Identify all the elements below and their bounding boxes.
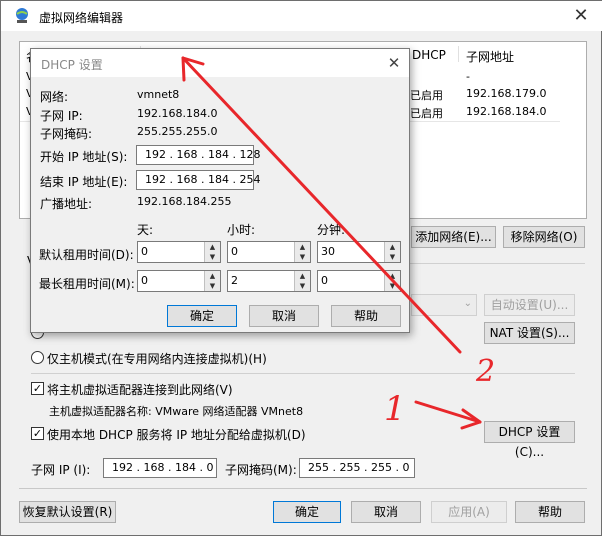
column-header-dhcp[interactable]: DHCP [412, 48, 446, 62]
chevron-down-icon[interactable]: ▼ [204, 252, 220, 262]
dialog-close-icon[interactable]: ✕ [383, 52, 405, 74]
default-lease-days-stepper[interactable]: 0 ▲ ▼ [137, 241, 221, 263]
subnet-mask-input[interactable]: 255 . 255 . 255 . 0 [299, 458, 415, 478]
connect-adapter-label[interactable]: 将主机虚拟适配器连接到此网络(V) [47, 381, 233, 398]
subnet-ip-input[interactable]: 192 . 168 . 184 . 0 [103, 458, 217, 478]
subnet-ip-value: 192.168.184.0 [137, 107, 218, 120]
row-subnet: 192.168.184.0 [466, 105, 547, 118]
chevron-up-icon[interactable]: ▲ [294, 242, 310, 252]
nat-settings-button[interactable]: NAT 设置(S)... [484, 322, 575, 344]
subnet-mask-label: 子网掩码: [40, 127, 93, 141]
host-only-mode-radio[interactable] [31, 351, 44, 364]
stepper-value: 2 [231, 274, 238, 287]
max-lease-minutes-stepper[interactable]: 0 ▲ ▼ [317, 270, 401, 292]
chevron-down-icon[interactable]: ▼ [294, 252, 310, 262]
column-divider [458, 46, 459, 62]
help-button[interactable]: 帮助 [515, 501, 585, 523]
use-dhcp-label[interactable]: 使用本地 DHCP 服务将 IP 地址分配给虚拟机(D) [47, 426, 306, 443]
stepper-value: 0 [141, 245, 148, 258]
subnet-ip-label: 子网 IP: [40, 109, 83, 123]
remove-network-button[interactable]: 移除网络(O) [503, 226, 585, 248]
dialog-help-button[interactable]: 帮助 [331, 305, 401, 327]
row-dhcp: 已启用 [410, 107, 443, 120]
default-lease-label: 默认租用时间(D): [39, 248, 134, 262]
bottom-divider [19, 488, 587, 489]
chevron-up-icon[interactable]: ▲ [204, 242, 220, 252]
max-lease-label: 最长租用时间(M): [39, 277, 135, 291]
chevron-down-icon[interactable]: ▼ [384, 252, 400, 262]
dialog-title-bar: DHCP 设置 ✕ [31, 49, 409, 77]
chevron-down-icon[interactable]: ▼ [294, 281, 310, 291]
ok-button[interactable]: 确定 [273, 501, 341, 523]
row-subnet: 192.168.179.0 [466, 87, 547, 100]
connect-adapter-checkbox[interactable]: ✓ [31, 382, 44, 395]
end-ip-input[interactable]: 192 . 168 . 184 . 254 [136, 170, 260, 190]
apply-button[interactable]: 应用(A) [431, 501, 507, 523]
minutes-column-label: 分钟: [317, 223, 346, 237]
default-lease-hours-stepper[interactable]: 0 ▲ ▼ [227, 241, 311, 263]
default-lease-minutes-stepper[interactable]: 30 ▲ ▼ [317, 241, 401, 263]
chevron-down-icon[interactable]: ▼ [204, 281, 220, 291]
subnet-mask-value: 255.255.255.0 [137, 125, 218, 138]
auto-settings-button[interactable]: 自动设置(U)... [484, 294, 575, 316]
dhcp-settings-dialog: DHCP 设置 ✕ 网络: vmnet8 子网 IP: 192.168.184.… [30, 48, 410, 333]
stepper-value: 0 [321, 274, 328, 287]
stepper-value: 0 [231, 245, 238, 258]
network-label: 网络: [40, 90, 69, 104]
stepper-value: 30 [321, 245, 335, 258]
row-subnet: - [466, 70, 470, 83]
dialog-ok-button[interactable]: 确定 [167, 305, 237, 327]
chevron-up-icon[interactable]: ▲ [204, 271, 220, 281]
start-ip-label: 开始 IP 地址(S): [40, 150, 128, 164]
close-icon[interactable]: ✕ [569, 5, 593, 27]
adapter-name-text: 主机虚拟适配器名称: VMware 网络适配器 VMnet8 [49, 405, 304, 418]
days-column-label: 天: [137, 223, 154, 237]
bridged-adapter-dropdown[interactable]: ⌄ [411, 294, 477, 316]
broadcast-value: 192.168.184.255 [137, 195, 232, 208]
subnet-ip-label: 子网 IP (I): [31, 463, 91, 477]
use-dhcp-checkbox[interactable]: ✓ [31, 427, 44, 440]
restore-defaults-button[interactable]: 恢复默认设置(R) [19, 501, 116, 523]
window-title: 虚拟网络编辑器 [39, 11, 124, 25]
chevron-down-icon: ⌄ [463, 298, 472, 309]
chevron-up-icon[interactable]: ▲ [384, 242, 400, 252]
row-dhcp: 已启用 [410, 89, 443, 102]
network-globe-icon [16, 8, 28, 23]
end-ip-label: 结束 IP 地址(E): [40, 175, 128, 189]
host-only-mode-label[interactable]: 仅主机模式(在专用网络内连接虚拟机)(H) [47, 350, 267, 367]
broadcast-label: 广播地址: [40, 197, 93, 211]
section-divider [31, 373, 575, 374]
dialog-cancel-button[interactable]: 取消 [249, 305, 319, 327]
max-lease-hours-stepper[interactable]: 2 ▲ ▼ [227, 270, 311, 292]
add-network-button[interactable]: 添加网络(E)... [411, 226, 496, 248]
hours-column-label: 小时: [227, 223, 256, 237]
dialog-title: DHCP 设置 [41, 58, 103, 72]
chevron-up-icon[interactable]: ▲ [294, 271, 310, 281]
stepper-value: 0 [141, 274, 148, 287]
chevron-up-icon[interactable]: ▲ [384, 271, 400, 281]
network-value: vmnet8 [137, 88, 180, 101]
cancel-button[interactable]: 取消 [351, 501, 421, 523]
column-header-subnet[interactable]: 子网地址 [466, 48, 514, 65]
chevron-down-icon[interactable]: ▼ [384, 281, 400, 291]
subnet-mask-label: 子网掩码(M): [225, 463, 297, 477]
dhcp-settings-button[interactable]: DHCP 设置(C)... [484, 421, 575, 459]
start-ip-input[interactable]: 192 . 168 . 184 . 128 [136, 145, 260, 165]
title-bar: 虚拟网络编辑器 ✕ [1, 1, 603, 31]
max-lease-days-stepper[interactable]: 0 ▲ ▼ [137, 270, 221, 292]
